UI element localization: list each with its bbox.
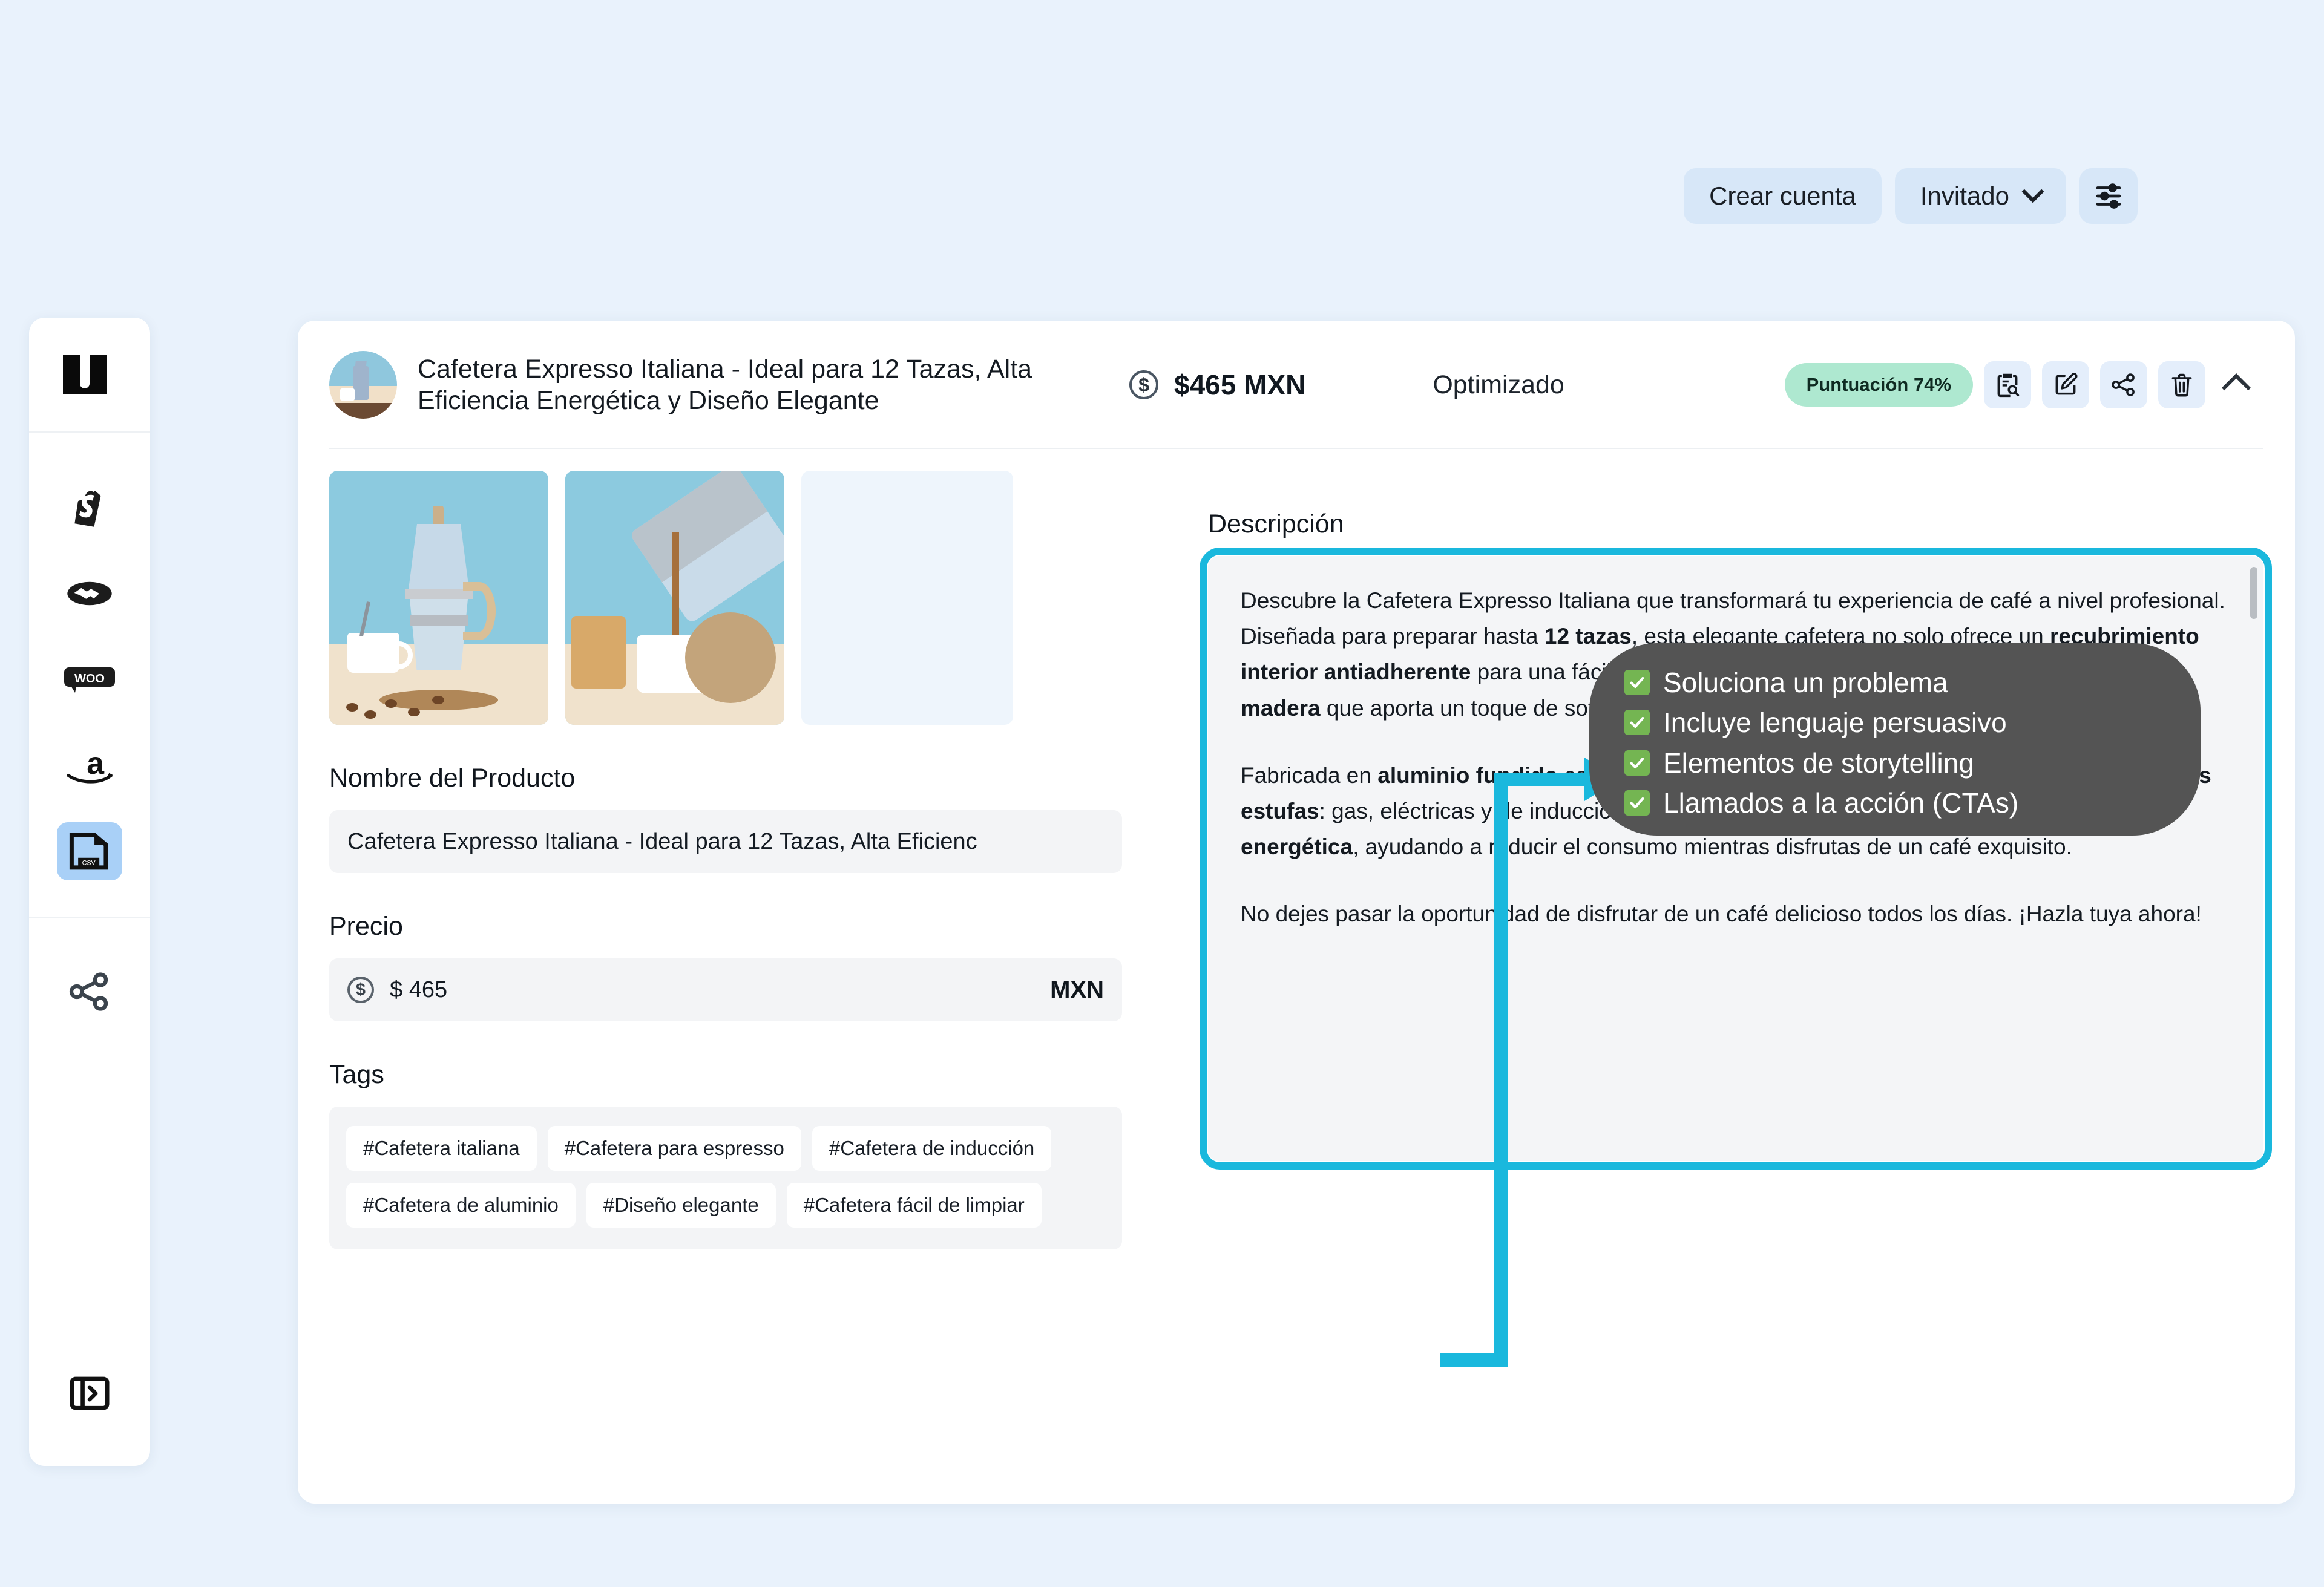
price-label: Precio (329, 912, 403, 941)
panel-expand-icon (70, 1376, 110, 1410)
ai-quality-callout: Soluciona un problema Incluye lenguaje p… (1589, 643, 2201, 836)
sidebar-item-share[interactable] (57, 963, 122, 1021)
svg-text:CSV: CSV (82, 860, 96, 867)
callout-item: Llamados a la acción (CTAs) (1624, 787, 2165, 819)
delete-button[interactable] (2158, 361, 2205, 408)
shopify-icon (74, 491, 101, 527)
product-name-input[interactable]: Cafetera Expresso Italiana - Ideal para … (329, 810, 1122, 873)
callout-item-label: Elementos de storytelling (1663, 747, 1974, 779)
app-logo[interactable] (29, 318, 150, 431)
trash-icon (2171, 373, 2192, 397)
sidebar-item-collapse[interactable] (57, 1364, 122, 1422)
sidebar: WOO a CSV (29, 318, 150, 1466)
sliders-icon (2096, 183, 2121, 209)
sidebar-bottom (57, 1364, 122, 1466)
audit-button[interactable] (1984, 361, 2031, 408)
check-square-icon (1624, 670, 1650, 696)
product-title: Cafetera Expresso Italiana - Ideal para … (418, 354, 1032, 415)
svg-text:WOO: WOO (74, 672, 105, 686)
product-card-header: Cafetera Expresso Italiana - Ideal para … (298, 321, 2295, 449)
settings-button[interactable] (2079, 168, 2138, 224)
app-logo-icon (63, 355, 107, 394)
account-label: Invitado (1920, 182, 2009, 210)
tag-chip[interactable]: #Diseño elegante (586, 1183, 776, 1228)
callout-item: Incluye lenguaje persuasivo (1624, 706, 2165, 739)
create-account-label: Crear cuenta (1709, 182, 1856, 210)
description-scrollbar-thumb[interactable] (2250, 567, 2257, 619)
share-button[interactable] (2100, 361, 2147, 408)
sidebar-integrations: WOO a CSV (29, 433, 150, 917)
check-square-icon (1624, 750, 1650, 776)
product-name-label: Nombre del Producto (329, 764, 576, 793)
callout-item-label: Soluciona un problema (1663, 667, 1948, 698)
woo-icon: WOO (64, 667, 115, 693)
gallery-image-pour[interactable] (565, 471, 784, 725)
product-thumbnail (329, 351, 397, 419)
clipboard-search-icon (1997, 373, 2020, 398)
callout-item-label: Llamados a la acción (CTAs) (1663, 787, 2019, 819)
create-account-button[interactable]: Crear cuenta (1684, 168, 1882, 224)
sidebar-item-csv[interactable]: CSV (57, 822, 122, 880)
callout-item-label: Incluye lenguaje persuasivo (1663, 707, 2007, 739)
tag-chip[interactable]: #Cafetera fácil de limpiar (786, 1183, 1042, 1228)
share-nodes-icon (2112, 373, 2135, 396)
tags-label: Tags (329, 1060, 384, 1089)
currency-coin-icon: $ (347, 977, 374, 1003)
currency-coin-icon: $ (1129, 370, 1158, 399)
sidebar-item-amazon[interactable]: a (57, 736, 122, 794)
product-gallery: 1 2 3 4 (329, 471, 1122, 725)
description-label: Descripción (1208, 509, 1344, 538)
amazon-icon: a (67, 745, 113, 784)
sidebar-item-shopify[interactable] (57, 479, 122, 537)
top-bar: Crear cuenta Invitado (1684, 168, 2138, 224)
description-paragraph: No dejes pasar la oportunidad de disfrut… (1241, 901, 2202, 927)
account-dropdown-button[interactable]: Invitado (1894, 168, 2066, 224)
gallery-image-main[interactable] (329, 471, 548, 725)
edit-button[interactable] (2042, 361, 2089, 408)
price-input[interactable]: $ $ 465 MXN (329, 958, 1122, 1021)
gallery-image-steps[interactable]: 1 2 3 4 (801, 471, 1013, 725)
product-card-body: 1 2 3 4 Nombre del Producto Cafetera Exp… (298, 449, 2295, 1249)
edit-pencil-icon (2055, 373, 2078, 395)
check-square-icon (1624, 790, 1650, 816)
check-square-icon (1624, 710, 1650, 736)
tag-chip[interactable]: #Cafetera italiana (346, 1126, 537, 1171)
tag-chip[interactable]: #Cafetera de aluminio (346, 1183, 576, 1228)
product-card-actions: Puntuación 74% (1784, 361, 2260, 408)
sidebar-item-woocommerce[interactable]: WOO (57, 650, 122, 708)
chevron-down-icon (2021, 180, 2044, 203)
csv-file-icon: CSV (69, 833, 108, 870)
product-left-column: 1 2 3 4 Nombre del Producto Cafetera Exp… (329, 471, 1122, 1249)
sidebar-item-marketplace[interactable] (57, 564, 122, 623)
callout-item: Soluciona un problema (1624, 666, 2165, 699)
handshake-icon (67, 581, 112, 606)
tags-container: #Cafetera italiana #Cafetera para espres… (329, 1107, 1122, 1249)
product-price: $465 MXN (1174, 369, 1306, 401)
sidebar-share-group (29, 918, 150, 1021)
product-price-block: $ $465 MXN (1129, 368, 1305, 401)
price-value: $ 465 (390, 977, 448, 1003)
svg-text:a: a (87, 745, 105, 780)
callout-item: Elementos de storytelling (1624, 747, 2165, 779)
product-status: Optimizado (1433, 370, 1564, 399)
tag-chip[interactable]: #Cafetera de inducción (812, 1126, 1052, 1171)
product-right-column: Descripción Descubre la Cafetera Express… (1200, 471, 2272, 1249)
share-icon (69, 972, 108, 1011)
product-card: Cafetera Expresso Italiana - Ideal para … (298, 321, 2295, 1504)
product-name-value: Cafetera Expresso Italiana - Ideal para … (347, 828, 977, 854)
currency-code: MXN (1050, 976, 1104, 1003)
tag-chip[interactable]: #Cafetera para espresso (547, 1126, 801, 1171)
score-badge: Puntuación 74% (1784, 363, 1973, 407)
chevron-up-icon[interactable] (2221, 373, 2251, 403)
